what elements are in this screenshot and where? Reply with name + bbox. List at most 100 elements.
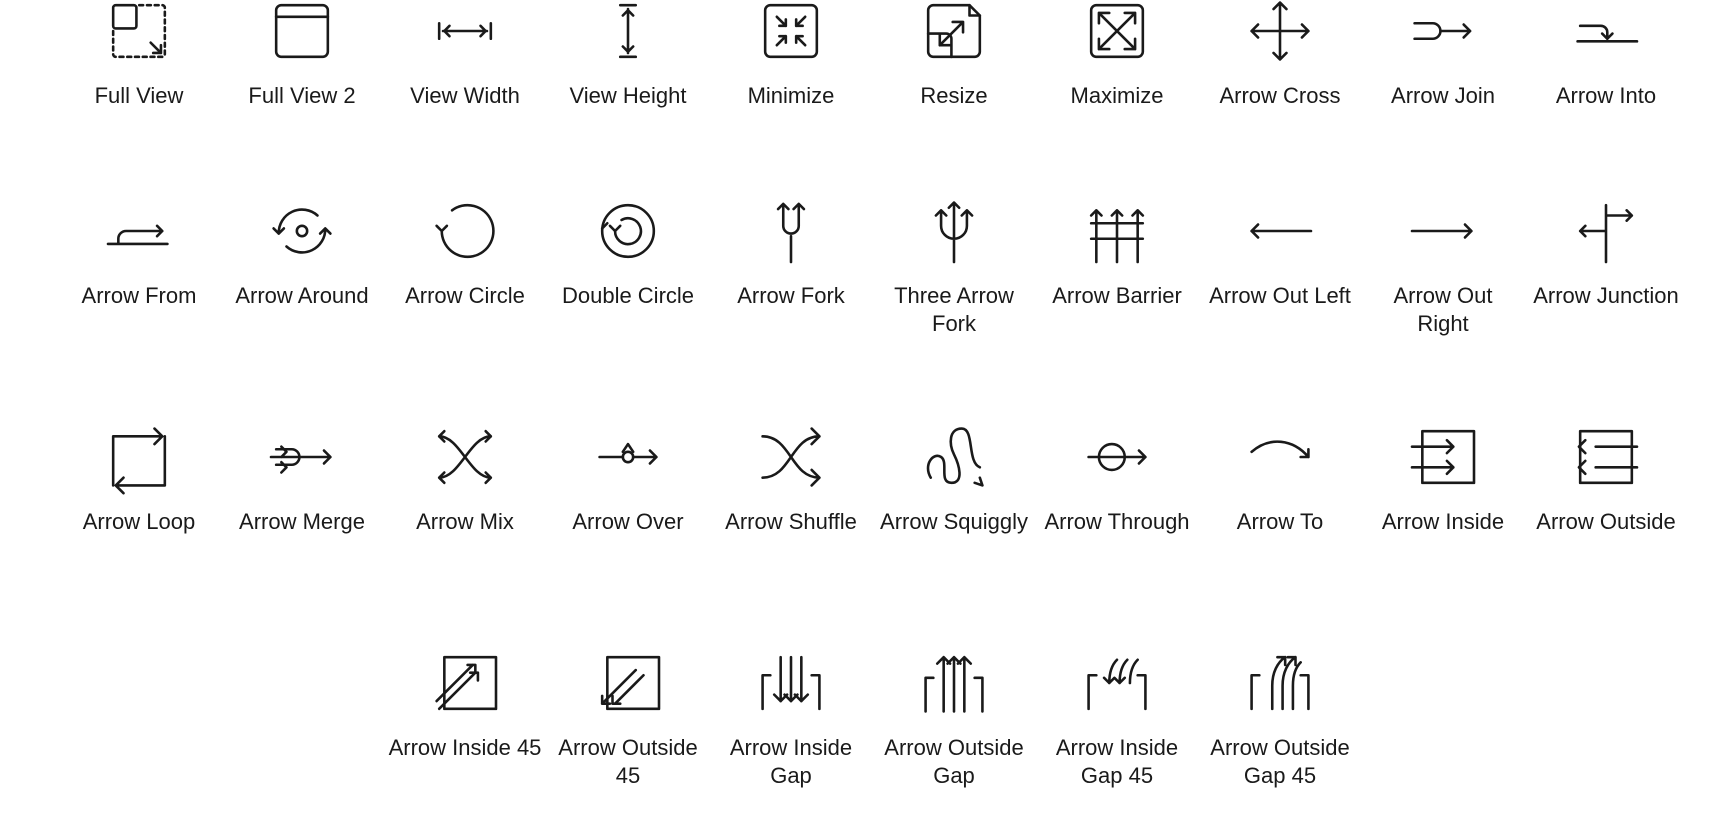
icon-tile-arrow-merge: Arrow Merge [224, 426, 380, 536]
arrow-squiggly-icon [926, 427, 984, 487]
icon-tile-arrow-inside: Arrow Inside [1365, 426, 1521, 536]
icon-label: Arrow To [1236, 509, 1324, 534]
icon-tile-arrow-junction: Arrow Junction [1528, 200, 1684, 310]
full-view-2-icon [274, 3, 330, 59]
icon-label: Arrow Through [1044, 509, 1190, 534]
icon-label: Arrow Squiggly [880, 509, 1028, 534]
three-arrow-fork-icon [934, 201, 974, 264]
arrow-over-icon [598, 442, 658, 465]
icon-label: Arrow From [81, 283, 197, 308]
icon-label: Arrow Join [1391, 83, 1495, 108]
icon-tile-view-height: View Height [550, 0, 706, 110]
icon-label: Arrow Out Right [1393, 283, 1493, 336]
icon-label: Double Circle [561, 283, 695, 308]
icon-label: Arrow Outside 45 [558, 735, 698, 788]
icon-label: View Width [410, 83, 520, 108]
arrow-through-icon [1087, 442, 1147, 472]
arrow-fork-icon [776, 202, 806, 264]
icon-tile-arrow-outside-45: Arrow Outside 45 [550, 652, 706, 790]
icon-tile-arrow-inside-gap: Arrow Inside Gap [713, 652, 869, 790]
icon-label: Arrow Junction [1533, 283, 1679, 308]
arrow-to-icon [1250, 440, 1310, 459]
icon-tile-arrow-outside-gap-45: Arrow Outside Gap 45 [1202, 652, 1358, 790]
icon-tile-arrow-loop: Arrow Loop [61, 426, 217, 536]
icon-tile-arrow-out-right: Arrow Out Right [1365, 200, 1521, 338]
icon-label: Arrow Loop [82, 509, 196, 534]
icon-tile-arrow-into: Arrow Into [1528, 0, 1684, 110]
icon-label: Arrow Circle [405, 283, 525, 308]
icon-tile-arrow-around: Arrow Around [224, 200, 380, 310]
icon-tile-arrow-outside-gap: Arrow Outside Gap [876, 652, 1032, 790]
arrow-outside-45-icon [600, 655, 661, 711]
icon-tile-arrow-circle: Arrow Circle [387, 200, 543, 310]
double-circle-icon [600, 203, 656, 259]
icon-tile-arrow-fork: Arrow Fork [713, 200, 869, 310]
arrow-shuffle-icon [761, 427, 821, 487]
icon-label: Maximize [1070, 83, 1164, 108]
arrow-around-icon [272, 208, 332, 254]
icon-tile-double-circle: Double Circle [550, 200, 706, 310]
arrow-out-left-icon [1250, 223, 1313, 239]
arrow-into-icon [1576, 24, 1639, 43]
maximize-icon [1089, 3, 1145, 59]
icon-label: Arrow Fork [737, 283, 845, 308]
icon-label: Arrow Over [572, 509, 684, 534]
arrow-loop-icon [111, 427, 167, 495]
icon-label: Arrow Out Left [1209, 283, 1351, 308]
icon-label: Resize [920, 83, 988, 108]
arrow-junction-icon [1578, 203, 1634, 264]
icon-label: Arrow Inside 45 [388, 735, 542, 760]
arrow-outside-gap-45-icon [1250, 655, 1310, 711]
arrow-out-right-icon [1410, 223, 1473, 239]
arrow-mix-icon [437, 429, 493, 485]
icon-tile-arrow-cross: Arrow Cross [1202, 0, 1358, 110]
icon-label: Full View [94, 83, 184, 108]
icon-label: Arrow Inside Gap 45 [1055, 735, 1179, 788]
icon-tile-full-view-2: Full View 2 [224, 0, 380, 110]
arrow-inside-icon [1410, 429, 1476, 485]
arrow-outside-icon [1577, 429, 1639, 485]
icon-label: View Height [569, 83, 687, 108]
icon-label: Arrow Barrier [1052, 283, 1182, 308]
arrow-outside-gap-icon [924, 655, 984, 713]
icon-tile-arrow-through: Arrow Through [1039, 426, 1195, 536]
icon-label: Arrow Mix [416, 509, 514, 534]
resize-icon [926, 3, 982, 59]
icon-label: Three Arrow Fork [894, 283, 1014, 336]
icon-label: Minimize [747, 83, 835, 108]
icon-tile-arrow-barrier: Arrow Barrier [1039, 200, 1195, 310]
view-width-icon [437, 21, 493, 41]
arrow-cross-icon [1250, 1, 1310, 61]
icon-tile-arrow-from: Arrow From [61, 200, 217, 310]
icon-tile-resize: Resize [876, 0, 1032, 110]
icon-grid: Full View Full View 2 View Width View Heigh… [0, 0, 1736, 822]
icon-tile-arrow-mix: Arrow Mix [387, 426, 543, 536]
arrow-merge-icon [269, 445, 332, 474]
icon-tile-arrow-squiggly: Arrow Squiggly [876, 426, 1032, 536]
icon-tile-arrow-outside: Arrow Outside [1528, 426, 1684, 536]
icon-label: Arrow Outside Gap 45 [1210, 735, 1350, 788]
icon-label: Full View 2 [248, 83, 356, 108]
arrow-inside-gap-45-icon [1087, 658, 1147, 711]
icon-label: Arrow Merge [239, 509, 365, 534]
arrow-circle-icon [435, 203, 495, 259]
icon-tile-arrow-out-left: Arrow Out Left [1202, 200, 1358, 310]
icon-tile-arrow-inside-45: Arrow Inside 45 [387, 652, 543, 762]
icon-label: Arrow Around [235, 283, 369, 308]
icon-tile-view-width: View Width [387, 0, 543, 110]
icon-label: Arrow Outside Gap [884, 735, 1024, 788]
arrow-join-icon [1413, 21, 1472, 41]
icon-label: Arrow Inside Gap [729, 735, 853, 788]
arrow-inside-45-icon [435, 655, 498, 711]
icon-tile-arrow-shuffle: Arrow Shuffle [713, 426, 869, 536]
minimize-icon [763, 3, 819, 59]
arrow-from-icon [106, 224, 169, 246]
arrow-inside-gap-icon [761, 655, 821, 711]
icon-label: Arrow Cross [1219, 83, 1341, 108]
icon-label: Arrow Outside [1536, 509, 1676, 534]
icon-tile-arrow-inside-gap-45: Arrow Inside Gap 45 [1039, 652, 1195, 790]
icon-tile-arrow-over: Arrow Over [550, 426, 706, 536]
icon-label: Arrow Shuffle [725, 509, 857, 534]
icon-tile-maximize: Maximize [1039, 0, 1195, 110]
view-height-icon [618, 3, 638, 59]
